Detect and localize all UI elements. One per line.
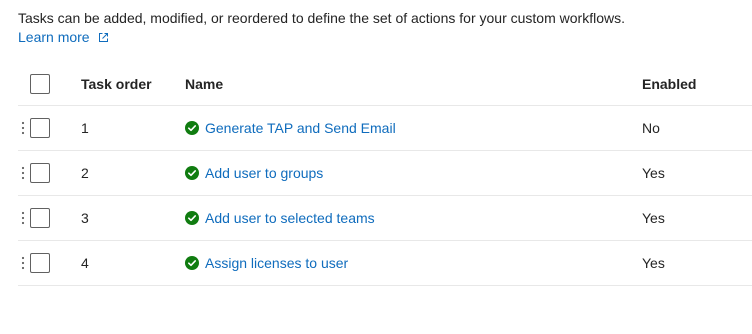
select-all-cell bbox=[30, 62, 50, 105]
task-order-value: 4 bbox=[81, 255, 89, 271]
table-row[interactable]: 4 Assign licenses to user Yes bbox=[18, 241, 752, 286]
drag-handle-icon[interactable] bbox=[21, 241, 25, 285]
drag-handle-icon[interactable] bbox=[21, 106, 25, 150]
row-select-cell bbox=[30, 151, 50, 195]
enabled-value: Yes bbox=[642, 255, 665, 271]
drag-handle-icon[interactable] bbox=[21, 151, 25, 195]
task-order-value: 2 bbox=[81, 165, 89, 181]
enabled-value: Yes bbox=[642, 210, 665, 226]
header-name[interactable]: Name bbox=[185, 62, 223, 105]
header-enabled[interactable]: Enabled bbox=[642, 62, 696, 105]
row-checkbox[interactable] bbox=[30, 163, 50, 183]
task-name-cell: Generate TAP and Send Email bbox=[185, 106, 396, 150]
row-select-cell bbox=[30, 106, 50, 150]
row-checkbox[interactable] bbox=[30, 118, 50, 138]
task-name-link[interactable]: Generate TAP and Send Email bbox=[205, 120, 396, 136]
enabled-value: Yes bbox=[642, 165, 665, 181]
learn-more-label: Learn more bbox=[18, 29, 90, 45]
table-row[interactable]: 2 Add user to groups Yes bbox=[18, 151, 752, 196]
task-list-panel: Tasks can be added, modified, or reorder… bbox=[0, 0, 752, 334]
header-task-order[interactable]: Task order bbox=[81, 62, 152, 105]
task-name-cell: Assign licenses to user bbox=[185, 241, 348, 285]
row-checkbox[interactable] bbox=[30, 208, 50, 228]
task-name-cell: Add user to groups bbox=[185, 151, 323, 195]
success-check-icon bbox=[185, 256, 199, 270]
task-name-link[interactable]: Assign licenses to user bbox=[205, 255, 348, 271]
task-order-value: 3 bbox=[81, 210, 89, 226]
select-all-checkbox[interactable] bbox=[30, 73, 50, 94]
table-row[interactable]: 3 Add user to selected teams Yes bbox=[18, 196, 752, 241]
description-text: Tasks can be added, modified, or reorder… bbox=[18, 10, 625, 26]
task-name-link[interactable]: Add user to selected teams bbox=[205, 210, 375, 226]
tasks-table: Task order Name Enabled 1 Generate TAP an… bbox=[18, 62, 752, 286]
drag-handle-icon[interactable] bbox=[21, 196, 25, 240]
success-check-icon bbox=[185, 166, 199, 180]
row-checkbox[interactable] bbox=[30, 253, 50, 273]
learn-more-link[interactable]: Learn more bbox=[18, 28, 109, 46]
row-select-cell bbox=[30, 241, 50, 285]
enabled-value: No bbox=[642, 120, 660, 136]
task-order-value: 1 bbox=[81, 120, 89, 136]
success-check-icon bbox=[185, 121, 199, 135]
success-check-icon bbox=[185, 211, 199, 225]
table-row[interactable]: 1 Generate TAP and Send Email No bbox=[18, 106, 752, 151]
external-link-icon bbox=[98, 32, 109, 43]
task-name-link[interactable]: Add user to groups bbox=[205, 165, 323, 181]
task-name-cell: Add user to selected teams bbox=[185, 196, 375, 240]
row-select-cell bbox=[30, 196, 50, 240]
table-header-row: Task order Name Enabled bbox=[18, 62, 752, 106]
